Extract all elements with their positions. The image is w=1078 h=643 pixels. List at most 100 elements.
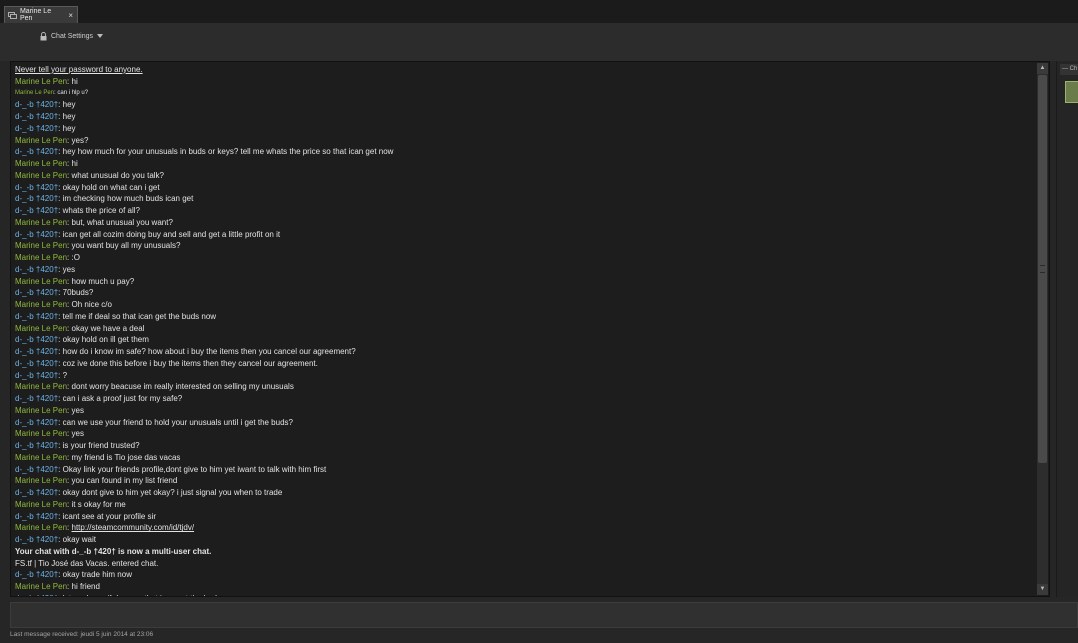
message-text: hi (69, 159, 78, 168)
sender-name[interactable]: Marine Le Pen (15, 241, 67, 250)
sender-name[interactable]: Marine Le Pen (15, 406, 67, 415)
sender-name[interactable]: Marine Le Pen (15, 500, 67, 509)
sender-name[interactable]: d-_-b †420† (15, 594, 58, 596)
chat-line: FS.tf | Tio José das Vacas. entered chat… (15, 558, 1033, 570)
sender-name[interactable]: Marine Le Pen (15, 171, 67, 180)
sender-name[interactable]: Marine Le Pen (15, 277, 67, 286)
sender-name[interactable]: Marine Le Pen (15, 253, 67, 262)
sender-name[interactable]: d-_-b †420† (15, 347, 58, 356)
chat-line: Marine Le Pen: http://steamcommunity.com… (15, 522, 1033, 534)
sender-name[interactable]: d-_-b †420† (15, 124, 58, 133)
chat-line: Marine Le Pen: yes (15, 428, 1033, 440)
sender-name[interactable]: d-_-b †420† (15, 394, 58, 403)
sender-name[interactable]: d-_-b †420† (15, 488, 58, 497)
message-text: im checking how much buds ican get (60, 194, 194, 204)
sender-name[interactable]: Marine Le Pen (15, 77, 67, 86)
message-text: can i hlp u? (55, 89, 89, 96)
message-text: whats the price of all? (60, 206, 140, 215)
message-text: how do i know im safe? how about i buy t… (60, 347, 356, 356)
chat-line: d-_-b †420†: icant see at your profile s… (15, 511, 1033, 523)
message-text: but, what unusual you want? (69, 217, 173, 227)
chat-line: d-_-b †420†: coz ive done this before i … (15, 358, 1033, 370)
scroll-up-icon[interactable]: ▲ (1037, 63, 1048, 74)
sender-name[interactable]: Marine Le Pen (15, 90, 54, 96)
chat-line: Marine Le Pen: :O (15, 252, 1033, 264)
sender-name[interactable]: d-_-b †420† (15, 441, 58, 450)
sender-name[interactable]: d-_-b †420† (15, 147, 58, 156)
sender-name[interactable]: d-_-b †420† (15, 312, 58, 321)
chat-line: d-_-b †420†: okay wait (15, 534, 1033, 546)
message-text: can i ask a proof just for my safe? (60, 394, 183, 403)
message-input[interactable] (10, 602, 1078, 628)
sender-name[interactable]: Marine Le Pen (15, 300, 67, 309)
chat-scrollbar[interactable]: ▲ ▼ (1037, 63, 1048, 595)
sender-name[interactable]: Marine Le Pen (15, 218, 67, 227)
sender-name[interactable]: d-_-b †420† (15, 194, 58, 203)
message-text: yes (69, 429, 84, 439)
sender-name[interactable]: d-_-b †420† (15, 359, 58, 368)
message-text: okay hold on what can i get (60, 182, 160, 192)
sender-name[interactable]: Marine Le Pen (15, 429, 67, 438)
chat-line: d-_-b †420†: Okay link your friends prof… (15, 464, 1033, 476)
chat-line: d-_-b †420†: is your friend trusted? (15, 440, 1033, 452)
message-link[interactable]: http://steamcommunity.com/id/tjdv/ (72, 523, 195, 532)
sender-name[interactable]: Marine Le Pen (15, 324, 67, 333)
tab-marine-le-pen[interactable]: Marine Le Pen × (4, 6, 78, 23)
sender-name[interactable]: d-_-b †420† (15, 371, 58, 380)
message-text: is your friend trusted? (60, 441, 140, 450)
chat-line: Marine Le Pen: yes (15, 405, 1033, 417)
chat-log: Never tell your password to anyone. Marin… (10, 61, 1050, 597)
message-text: hey (60, 100, 76, 110)
message-text: 70buds? (60, 288, 94, 298)
message-text: you can found in my list friend (69, 476, 178, 486)
chat-line: Marine Le Pen: how much u pay? (15, 276, 1033, 288)
sender-name[interactable]: d-_-b †420† (15, 288, 58, 297)
chat-lines: Never tell your password to anyone. Marin… (15, 64, 1033, 596)
sender-name[interactable]: Marine Le Pen (15, 382, 67, 391)
chat-icon (8, 11, 17, 19)
message-text: tell me if deal so that ican get the bud… (60, 311, 217, 321)
chat-line: d-_-b †420†: let me know if deep so that… (15, 593, 1033, 596)
chat-line: d-_-b †420†: hey (15, 111, 1033, 123)
message-text: okay trade him now (60, 570, 132, 580)
close-tab-icon[interactable]: × (68, 11, 73, 20)
chevron-down-icon (97, 34, 104, 38)
chat-line: Never tell your password to anyone. (15, 64, 1033, 76)
sender-name[interactable]: Marine Le Pen (15, 453, 67, 462)
scrollbar-thumb[interactable] (1038, 75, 1047, 463)
members-header[interactable]: — Ch (1060, 64, 1078, 75)
chat-settings-button[interactable]: Chat Settings (40, 29, 104, 43)
sender-name[interactable]: d-_-b †420† (15, 100, 58, 109)
sender-name[interactable]: d-_-b †420† (15, 465, 58, 474)
chat-line: Marine Le Pen: dont worry beacuse im rea… (15, 381, 1033, 393)
message-text: hey (60, 112, 76, 121)
sender-name[interactable]: d-_-b †420† (15, 512, 58, 521)
sender-name[interactable]: Marine Le Pen (15, 159, 67, 168)
sender-name[interactable]: Marine Le Pen (15, 582, 67, 591)
sender-name[interactable]: d-_-b †420† (15, 418, 58, 427)
chat-line: Marine Le Pen: you want buy all my unusu… (15, 240, 1033, 252)
message-text: hey how much for your unusuals in buds o… (60, 147, 394, 157)
sender-name[interactable]: d-_-b †420† (15, 335, 58, 344)
chat-line: Marine Le Pen: hi (15, 76, 1033, 88)
sender-name[interactable]: d-_-b †420† (15, 183, 58, 192)
sender-name[interactable]: d-_-b †420† (15, 206, 58, 215)
chat-line: d-_-b †420†: how do i know im safe? how … (15, 346, 1033, 358)
chat-line: d-_-b †420†: hey how much for your unusu… (15, 146, 1033, 158)
sender-name[interactable]: d-_-b †420† (15, 535, 58, 544)
tab-title: Marine Le Pen (19, 8, 52, 22)
sender-name[interactable]: d-_-b †420† (15, 230, 58, 239)
avatar[interactable] (1065, 81, 1078, 103)
sender-name[interactable]: d-_-b †420† (15, 112, 58, 121)
scroll-down-icon[interactable]: ▼ (1037, 584, 1048, 595)
chat-line: d-_-b †420†: okay dont give to him yet o… (15, 487, 1033, 499)
chat-line: Marine Le Pen: my friend is Tio jose das… (15, 452, 1033, 464)
sender-name[interactable]: d-_-b †420† (15, 570, 58, 579)
sender-name[interactable]: d-_-b †420† (15, 265, 58, 274)
sender-name[interactable]: Marine Le Pen (15, 523, 67, 532)
grip-icon (1040, 265, 1045, 273)
sender-name[interactable]: Marine Le Pen (15, 476, 67, 485)
sender-name[interactable]: Marine Le Pen (15, 136, 67, 145)
security-notice-link[interactable]: Never tell your password to anyone. (15, 65, 143, 74)
message-text: okay hold on ill get them (60, 335, 149, 345)
